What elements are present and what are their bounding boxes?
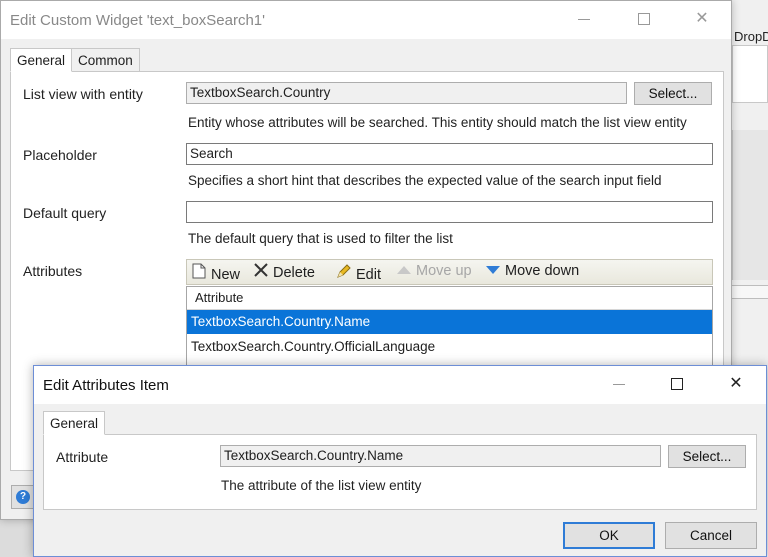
help-button[interactable]: ? xyxy=(11,485,35,509)
delete-button[interactable]: Delete xyxy=(253,263,315,281)
new-label: New xyxy=(211,267,241,283)
placeholder-label: Placeholder xyxy=(23,147,97,163)
default-query-label: Default query xyxy=(23,205,107,221)
cancel-button[interactable]: Cancel xyxy=(665,522,757,549)
arrow-up-icon xyxy=(396,263,412,279)
delete-x-icon xyxy=(253,263,269,281)
list-view-select-button[interactable]: Select... xyxy=(634,82,712,105)
attribute-field[interactable]: TextboxSearch.Country.Name xyxy=(220,445,661,467)
move-up-label: Move up xyxy=(416,263,472,279)
dialog-title: Edit Attributes Item xyxy=(43,377,169,394)
new-button[interactable]: New xyxy=(191,263,240,283)
dialog-titlebar: Edit Custom Widget 'text_boxSearch1' ✕ xyxy=(1,1,731,39)
table-row[interactable]: TextboxSearch.Country.Name xyxy=(187,310,712,334)
attributes-toolbar: New Delete Edit Move up Move down xyxy=(186,259,713,285)
ok-button[interactable]: OK xyxy=(563,522,655,549)
maximize-icon xyxy=(638,13,650,25)
background-panel xyxy=(732,45,768,103)
attributes-grid: Attribute TextboxSearch.Country.Name Tex… xyxy=(186,286,713,374)
minimize-button[interactable] xyxy=(609,374,629,394)
tab-general[interactable]: General xyxy=(43,411,106,435)
delete-label: Delete xyxy=(273,265,315,281)
attributes-label: Attributes xyxy=(23,263,83,279)
move-up-button[interactable]: Move up xyxy=(396,263,472,279)
list-view-help-text: Entity whose attributes will be searched… xyxy=(188,115,687,130)
pencil-icon xyxy=(336,263,352,283)
edit-label: Edit xyxy=(356,267,381,283)
tab-general[interactable]: General xyxy=(10,48,73,72)
dialog-title: Edit Custom Widget 'text_boxSearch1' xyxy=(10,12,266,29)
help-icon: ? xyxy=(16,490,30,504)
grid-header-attribute[interactable]: Attribute xyxy=(187,287,712,310)
close-button[interactable]: ✕ xyxy=(726,374,746,394)
new-document-icon xyxy=(191,263,207,283)
attribute-select-button[interactable]: Select... xyxy=(668,445,746,468)
list-view-label: List view with entity xyxy=(23,86,143,102)
list-view-entity-field[interactable]: TextboxSearch.Country xyxy=(186,82,627,104)
move-down-label: Move down xyxy=(505,263,580,279)
edit-attributes-item-dialog: Edit Attributes Item ✕ General Attribute… xyxy=(33,365,767,557)
default-query-help-text: The default query that is used to filter… xyxy=(188,231,453,246)
close-icon: ✕ xyxy=(695,10,709,27)
maximize-button[interactable] xyxy=(634,9,654,29)
background-panel xyxy=(732,130,768,280)
close-button[interactable]: ✕ xyxy=(692,9,712,29)
maximize-icon xyxy=(671,378,683,390)
attribute-label: Attribute xyxy=(56,449,109,465)
maximize-button[interactable] xyxy=(667,374,687,394)
background-panel xyxy=(732,285,768,299)
background-tab-label[interactable]: DropD xyxy=(734,29,768,44)
minimize-icon xyxy=(613,384,625,385)
dialog-titlebar: Edit Attributes Item ✕ xyxy=(34,366,766,404)
tab-common[interactable]: Common xyxy=(71,48,140,72)
close-icon: ✕ xyxy=(729,375,743,392)
placeholder-input[interactable]: Search xyxy=(186,143,713,165)
table-row[interactable]: TextboxSearch.Country.OfficialLanguage xyxy=(187,335,712,359)
default-query-input[interactable] xyxy=(186,201,713,223)
move-down-button[interactable]: Move down xyxy=(485,263,579,279)
arrow-down-icon xyxy=(485,263,501,279)
minimize-icon xyxy=(578,19,590,20)
attribute-help-text: The attribute of the list view entity xyxy=(221,478,422,493)
edit-button[interactable]: Edit xyxy=(336,263,381,283)
placeholder-help-text: Specifies a short hint that describes th… xyxy=(188,173,662,188)
minimize-button[interactable] xyxy=(574,9,594,29)
